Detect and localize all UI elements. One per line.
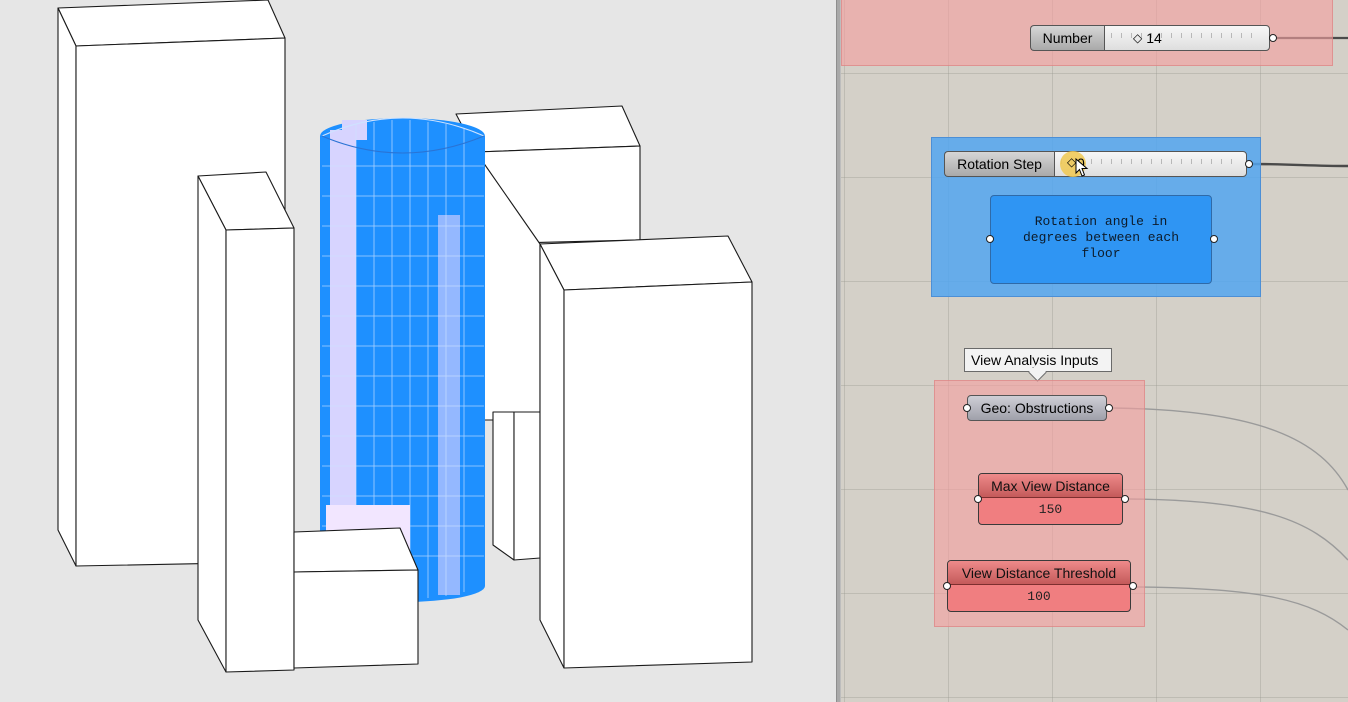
building-podium[interactable] xyxy=(293,527,419,669)
number-slider-label: Number xyxy=(1030,25,1104,51)
geo-obstructions-input-port[interactable] xyxy=(963,404,971,412)
view-distance-threshold-panel[interactable]: View Distance Threshold 100 xyxy=(947,560,1131,612)
rotation-step-output-port[interactable] xyxy=(1245,160,1253,168)
diamond-icon: ◇ xyxy=(1133,31,1143,45)
note-output-port[interactable] xyxy=(1210,235,1218,243)
max-view-distance-panel[interactable]: Max View Distance 150 xyxy=(978,473,1123,525)
rotation-step-slider[interactable]: Rotation Step ◇ 0 xyxy=(944,151,1247,177)
view-distance-threshold-output-port[interactable] xyxy=(1129,582,1137,590)
mouse-cursor-icon xyxy=(1075,158,1089,177)
number-slider-value: 14 xyxy=(1146,30,1162,46)
number-slider-output-port[interactable] xyxy=(1269,34,1277,42)
number-slider[interactable]: Number ◇ 14 xyxy=(1030,25,1270,51)
rotation-note-panel[interactable]: Rotation angle in degrees between each f… xyxy=(990,195,1212,284)
building-front-left[interactable] xyxy=(197,171,295,673)
geo-obstructions-param[interactable]: Geo: Obstructions xyxy=(967,395,1107,421)
view-distance-threshold-value[interactable]: 100 xyxy=(948,585,1130,604)
tower-analysis-mesh[interactable] xyxy=(320,117,485,602)
max-view-distance-output-port[interactable] xyxy=(1121,495,1129,503)
rotation-step-track[interactable]: ◇ 0 xyxy=(1054,151,1247,177)
viewport-scene xyxy=(57,0,753,673)
max-view-distance-title: Max View Distance xyxy=(979,474,1122,498)
building-front-right[interactable] xyxy=(539,235,753,669)
number-slider-track[interactable]: ◇ 14 xyxy=(1104,25,1270,51)
rotation-step-label: Rotation Step xyxy=(944,151,1054,177)
max-view-distance-value[interactable]: 150 xyxy=(979,498,1122,517)
note-input-port[interactable] xyxy=(986,235,994,243)
view-distance-threshold-title: View Distance Threshold xyxy=(948,561,1130,585)
group-tooltip: View Analysis Inputs xyxy=(964,348,1112,382)
view-distance-threshold-input-port[interactable] xyxy=(943,582,951,590)
building-small-box[interactable] xyxy=(492,411,541,561)
geo-obstructions-output-port[interactable] xyxy=(1105,404,1113,412)
grasshopper-canvas[interactable]: Number ◇ 14 Rotation Step ◇ 0 Rotation a… xyxy=(841,0,1348,702)
max-view-distance-input-port[interactable] xyxy=(974,495,982,503)
rhino-viewport[interactable] xyxy=(0,0,836,702)
